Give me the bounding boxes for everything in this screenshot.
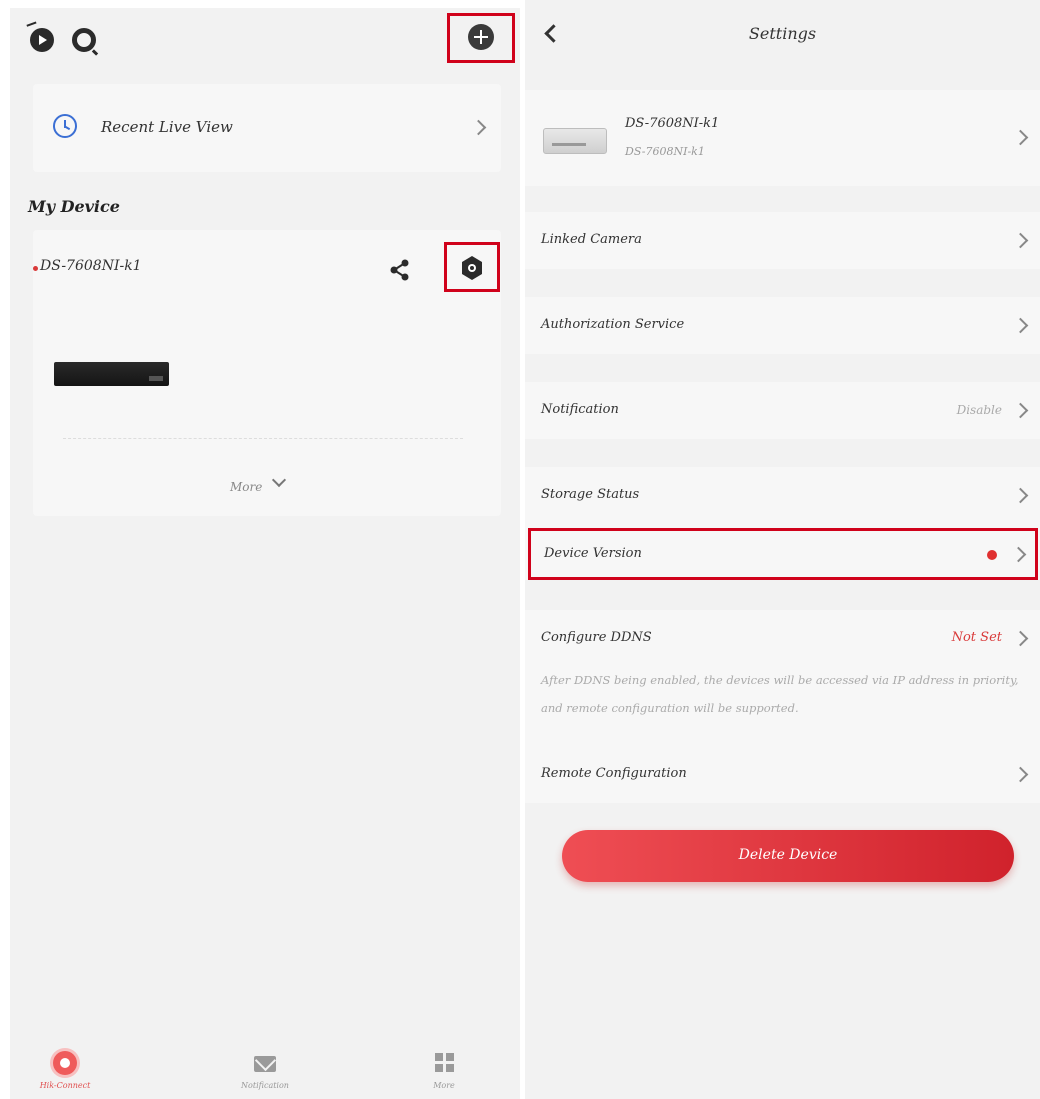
row-value: Not Set: [951, 630, 1002, 645]
grid-icon: [435, 1053, 455, 1073]
device-name: DS-7608NI-k1: [40, 258, 142, 274]
status-dot-icon: [33, 266, 38, 271]
chevron-right-icon: [1012, 630, 1029, 647]
section-title: My Device: [28, 197, 120, 216]
row-label: Storage Status: [541, 487, 640, 502]
device-settings-highlight: [444, 242, 500, 292]
more-label[interactable]: More: [230, 480, 262, 494]
add-device-highlight: [447, 13, 515, 63]
add-device-icon[interactable]: [468, 24, 494, 50]
nav-label: Notification: [241, 1081, 289, 1090]
chevron-right-icon: [470, 119, 487, 136]
authorization-service-row[interactable]: Authorization Service: [525, 297, 1040, 354]
search-icon[interactable]: [72, 28, 96, 52]
chevron-right-icon: [1012, 317, 1029, 334]
recent-live-view-label: Recent Live View: [101, 118, 233, 136]
device-thumbnail: [543, 128, 607, 154]
settings-gear-icon[interactable]: [460, 255, 484, 281]
update-badge-icon: [987, 550, 997, 560]
page-title: Settings: [748, 24, 817, 43]
chevron-right-icon: [1012, 402, 1029, 419]
ddns-note: After DDNS being enabled, the devices wi…: [541, 673, 1019, 715]
mail-icon: [254, 1056, 276, 1072]
ddns-note-container: After DDNS being enabled, the devices wi…: [525, 666, 1040, 746]
chevron-down-icon[interactable]: [271, 472, 287, 488]
remote-configuration-row[interactable]: Remote Configuration: [525, 746, 1040, 803]
playback-icon[interactable]: [30, 28, 54, 52]
chevron-right-icon: [1012, 487, 1029, 504]
chevron-right-icon: [1012, 232, 1029, 249]
chevron-right-icon: [1010, 546, 1027, 563]
row-label: Device Version: [544, 546, 642, 561]
delete-device-label: Delete Device: [738, 847, 838, 863]
row-label: Authorization Service: [541, 317, 685, 332]
row-label: Remote Configuration: [541, 766, 687, 781]
row-label: Configure DDNS: [541, 630, 652, 645]
hik-connect-icon: [53, 1051, 77, 1075]
settings-screen: Settings DS-7608NI-k1 DS-7608NI-k1 Linke…: [525, 0, 1040, 1099]
device-model: DS-7608NI-k1: [625, 116, 720, 131]
device-card[interactable]: DS-7608NI-k1 More: [33, 230, 501, 516]
device-info-row[interactable]: DS-7608NI-k1 DS-7608NI-k1: [525, 90, 1040, 186]
top-bar: [10, 8, 520, 70]
configure-ddns-row[interactable]: Configure DDNS Not Set: [525, 610, 1040, 666]
row-label: Notification: [541, 402, 619, 417]
chevron-right-icon: [1012, 766, 1029, 783]
share-icon[interactable]: [388, 258, 412, 282]
device-image: [54, 362, 169, 386]
divider: [63, 438, 463, 439]
delete-device-button[interactable]: Delete Device: [562, 830, 1014, 882]
bottom-nav: Hik-Connect Notification More: [10, 1048, 520, 1099]
row-value: Disable: [956, 403, 1002, 417]
device-list-screen: Recent Live View My Device DS-7608NI-k1 …: [10, 8, 520, 1099]
recent-live-view-card[interactable]: Recent Live View: [33, 84, 501, 172]
device-name: DS-7608NI-k1: [625, 145, 705, 158]
nav-label: More: [433, 1081, 455, 1090]
device-version-row[interactable]: Device Version: [528, 528, 1038, 580]
row-label: Linked Camera: [541, 232, 642, 247]
clock-icon: [53, 114, 77, 138]
linked-camera-row[interactable]: Linked Camera: [525, 212, 1040, 269]
storage-status-row[interactable]: Storage Status: [525, 467, 1040, 523]
notification-row[interactable]: Notification Disable: [525, 382, 1040, 439]
chevron-right-icon: [1012, 129, 1029, 146]
nav-label: Hik-Connect: [39, 1081, 91, 1090]
